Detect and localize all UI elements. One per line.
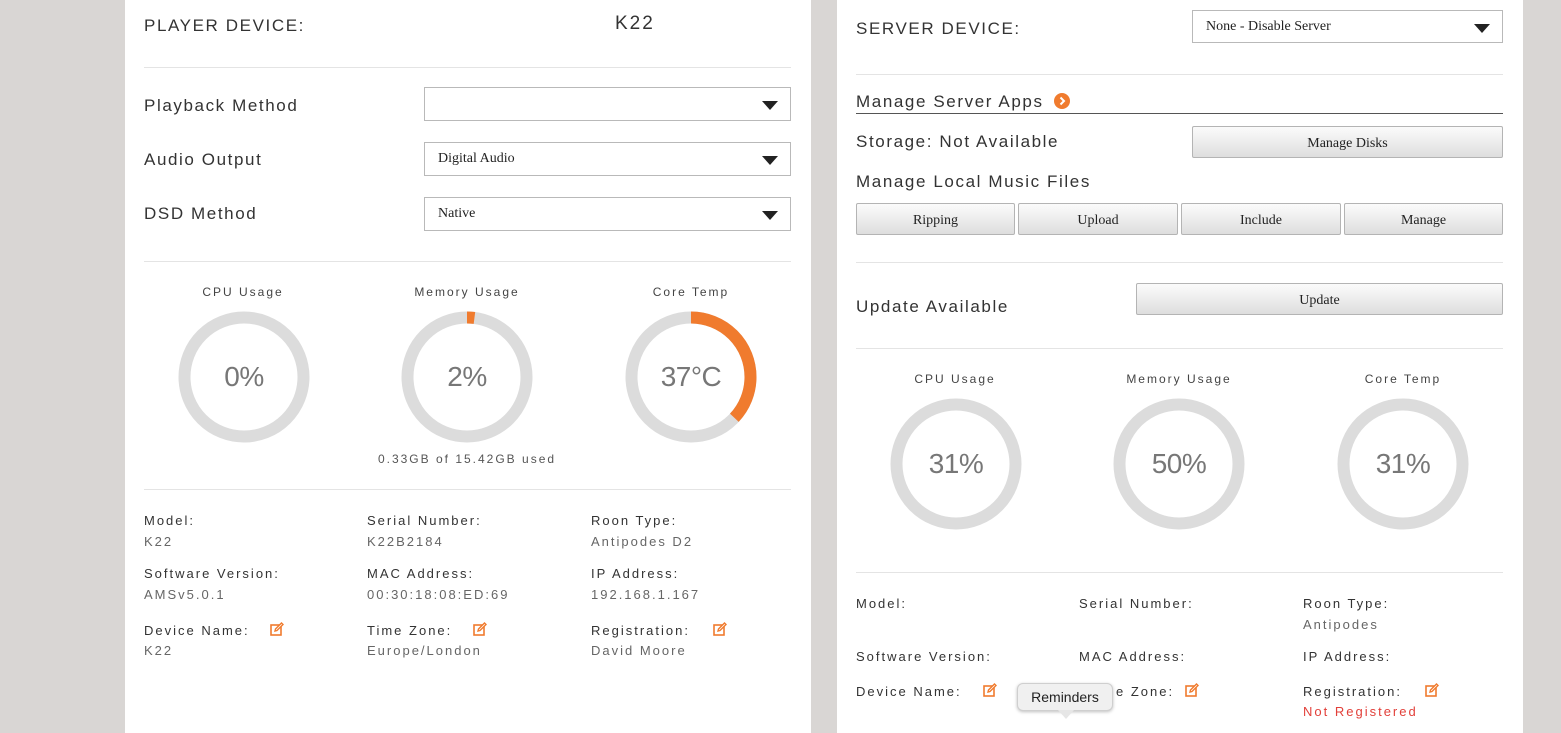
roon-type-label: Roon Type: xyxy=(591,513,678,528)
registration-value: David Moore xyxy=(591,643,687,658)
audio-output-label: Audio Output xyxy=(144,150,263,169)
update-button[interactable]: Update xyxy=(1136,283,1503,315)
core-temp-value: 37°C xyxy=(660,361,722,392)
software-version-value: AMSv5.0.1 xyxy=(144,587,226,602)
server-device-label: SERVER DEVICE: xyxy=(856,19,1021,38)
server-registration-label: Registration: xyxy=(1303,684,1402,699)
server-core-temp-value: 31% xyxy=(1375,448,1431,479)
manage-disks-button[interactable]: Manage Disks xyxy=(1192,126,1503,158)
divider xyxy=(144,489,791,490)
dropdown-arrow-icon xyxy=(762,211,778,220)
memory-usage-gauge: 2% xyxy=(401,311,533,443)
dropdown-arrow-icon xyxy=(1474,24,1490,33)
playback-method-label: Playback Method xyxy=(144,96,299,115)
section-underline xyxy=(856,113,1503,114)
ripping-button[interactable]: Ripping xyxy=(856,203,1015,235)
serial-number-value: K22B2184 xyxy=(367,534,444,549)
server-serial-number-label: Serial Number: xyxy=(1079,596,1194,611)
memory-usage-subtext: 0.33GB of 15.42GB used xyxy=(377,452,557,466)
player-device-value: K22 xyxy=(615,13,655,34)
edit-icon[interactable] xyxy=(1185,683,1199,697)
device-name-value: K22 xyxy=(144,643,174,658)
memory-usage-title: Memory Usage xyxy=(414,285,520,299)
manage-local-music-label: Manage Local Music Files xyxy=(856,172,1091,191)
memory-usage-value: 2% xyxy=(447,361,487,392)
reminders-tooltip-text: Reminders xyxy=(1031,689,1099,705)
dropdown-arrow-icon xyxy=(762,101,778,110)
upload-button[interactable]: Upload xyxy=(1018,203,1178,235)
server-core-temp-gauge: 31% xyxy=(1337,398,1469,530)
server-time-zone-label: e Zone: xyxy=(1116,684,1175,699)
time-zone-label: Time Zone: xyxy=(367,623,453,638)
time-zone-value: Europe/London xyxy=(367,643,482,658)
audio-output-select[interactable]: Digital Audio xyxy=(424,142,791,176)
edit-icon[interactable] xyxy=(1425,683,1439,697)
server-memory-usage-gauge: 50% xyxy=(1113,398,1245,530)
server-memory-usage-value: 50% xyxy=(1151,448,1207,479)
player-device-label: PLAYER DEVICE: xyxy=(144,16,305,35)
core-temp-gauge: 37°C xyxy=(625,311,757,443)
ip-address-value: 192.168.1.167 xyxy=(591,587,701,602)
divider xyxy=(856,74,1503,75)
core-temp-title: Core Temp xyxy=(652,285,730,299)
server-memory-usage-title: Memory Usage xyxy=(1126,372,1232,386)
dsd-method-select[interactable]: Native xyxy=(424,197,791,231)
model-label: Model: xyxy=(144,513,196,528)
server-roon-type-label: Roon Type: xyxy=(1303,596,1390,611)
divider xyxy=(144,261,791,262)
server-mac-address-label: MAC Address: xyxy=(1079,649,1187,664)
server-device-name-label: Device Name: xyxy=(856,684,962,699)
server-device-value: None - Disable Server xyxy=(1206,19,1331,34)
update-available-label: Update Available xyxy=(856,297,1009,316)
edit-icon[interactable] xyxy=(983,683,997,697)
cpu-usage-value: 0% xyxy=(224,361,264,392)
dsd-method-label: DSD Method xyxy=(144,204,258,223)
server-model-label: Model: xyxy=(856,596,908,611)
divider xyxy=(856,572,1503,573)
cpu-usage-gauge: 0% xyxy=(178,311,310,443)
manage-server-apps-link[interactable]: Manage Server Apps xyxy=(856,92,1044,112)
edit-icon[interactable] xyxy=(270,622,284,636)
dropdown-arrow-icon xyxy=(762,156,778,165)
server-registration-value: Not Registered xyxy=(1303,704,1418,719)
device-name-label: Device Name: xyxy=(144,623,250,638)
roon-type-value: Antipodes D2 xyxy=(591,534,694,549)
chevron-right-circle-icon[interactable] xyxy=(1054,93,1070,109)
serial-number-label: Serial Number: xyxy=(367,513,482,528)
server-panel: SERVER DEVICE: None - Disable Server Man… xyxy=(837,0,1523,733)
divider xyxy=(144,67,791,68)
edit-icon[interactable] xyxy=(713,622,727,636)
ip-address-label: IP Address: xyxy=(591,566,680,581)
audio-output-value: Digital Audio xyxy=(438,151,515,166)
reminders-tooltip: Reminders xyxy=(1017,683,1113,719)
server-cpu-usage-gauge: 31% xyxy=(890,398,1022,530)
software-version-label: Software Version: xyxy=(144,566,280,581)
divider xyxy=(856,348,1503,349)
storage-status: Storage: Not Available xyxy=(856,132,1060,151)
server-cpu-usage-value: 31% xyxy=(928,448,984,479)
edit-icon[interactable] xyxy=(473,622,487,636)
tooltip-tail xyxy=(1058,710,1074,719)
dsd-method-value: Native xyxy=(438,206,476,221)
mac-address-label: MAC Address: xyxy=(367,566,475,581)
player-panel: PLAYER DEVICE: K22 Playback Method Audio… xyxy=(125,0,811,733)
mac-address-value: 00:30:18:08:ED:69 xyxy=(367,587,510,602)
server-roon-type-value: Antipodes xyxy=(1303,617,1379,632)
include-button[interactable]: Include xyxy=(1181,203,1341,235)
manage-button[interactable]: Manage xyxy=(1344,203,1503,235)
server-ip-address-label: IP Address: xyxy=(1303,649,1392,664)
server-cpu-usage-title: CPU Usage xyxy=(914,372,996,386)
divider xyxy=(856,262,1503,263)
playback-method-select[interactable] xyxy=(424,87,791,121)
server-device-select[interactable]: None - Disable Server xyxy=(1192,10,1503,43)
model-value: K22 xyxy=(144,534,174,549)
cpu-usage-title: CPU Usage xyxy=(202,285,284,299)
registration-label: Registration: xyxy=(591,623,690,638)
server-software-version-label: Software Version: xyxy=(856,649,992,664)
server-core-temp-title: Core Temp xyxy=(1364,372,1442,386)
